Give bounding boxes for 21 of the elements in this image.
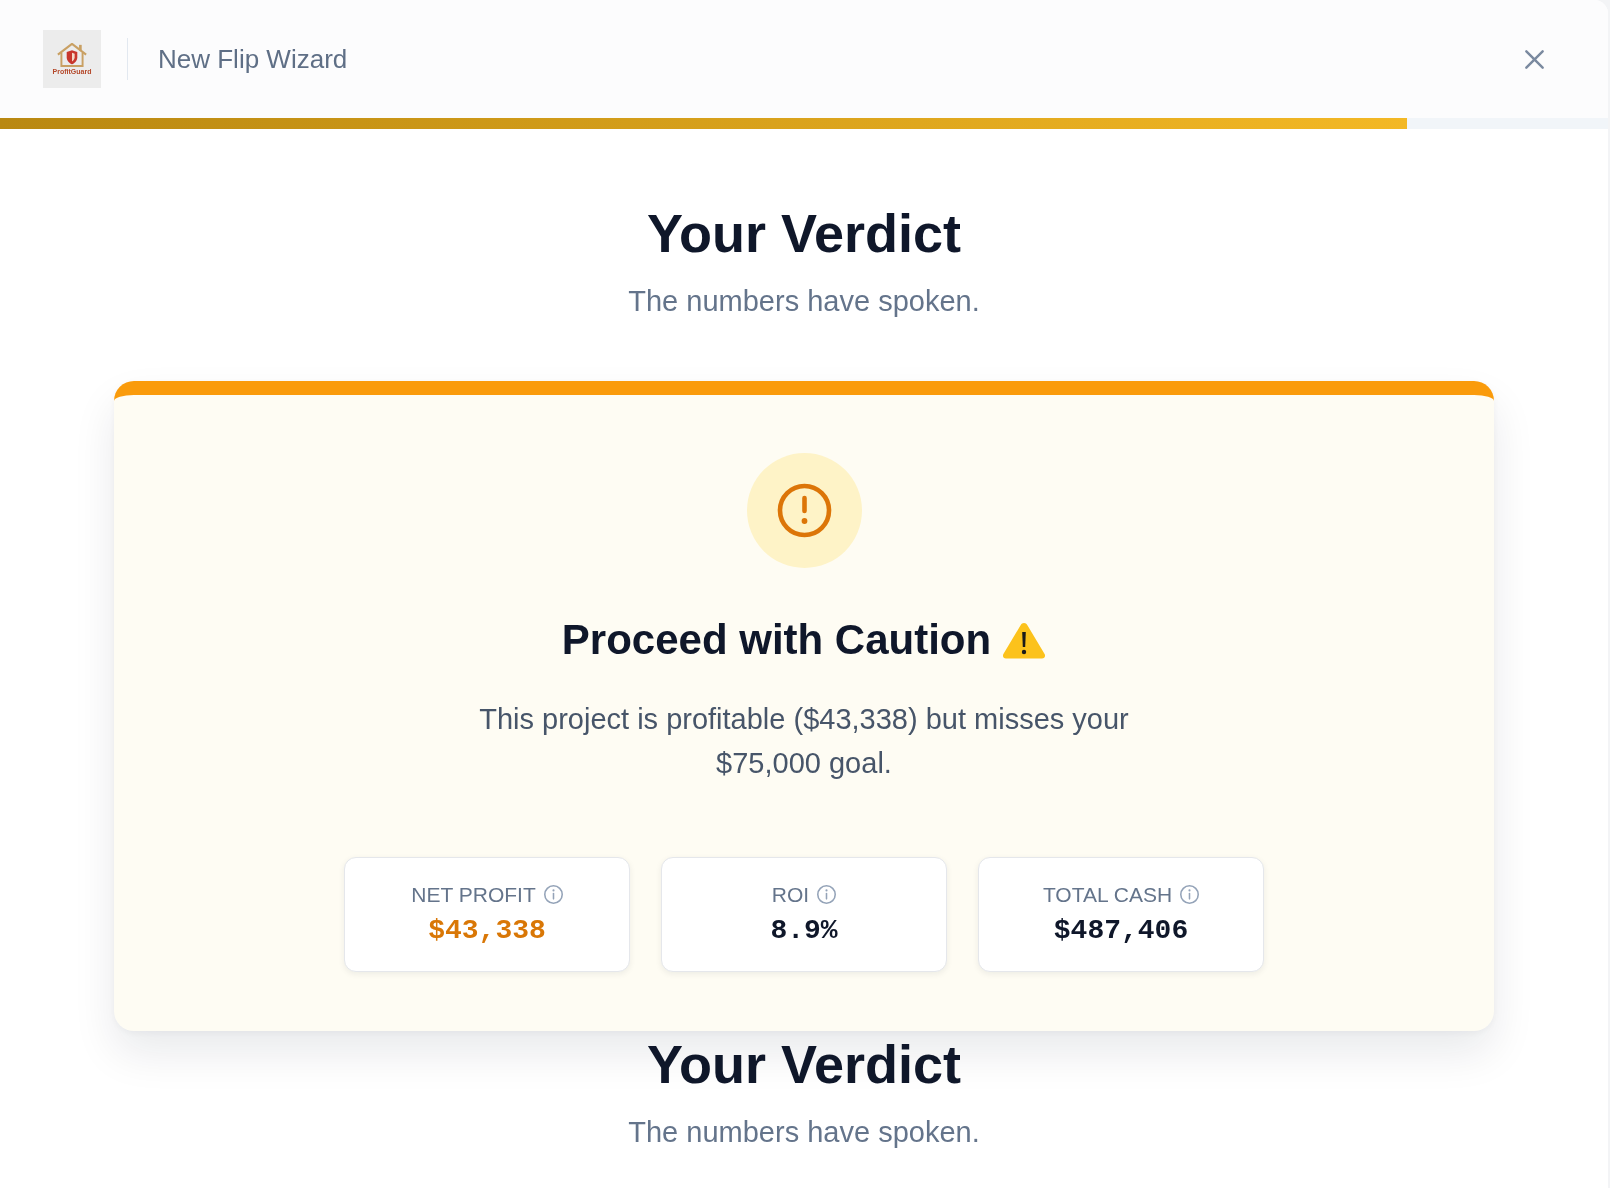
warning-icon (1002, 621, 1047, 659)
info-icon[interactable] (543, 885, 563, 904)
alert-icon (746, 453, 862, 568)
wizard-title: New Flip Wizard (158, 43, 348, 75)
section-title: Your Verdict (646, 1033, 962, 1096)
section-title: Your Verdict (646, 202, 962, 265)
house-shield-icon (57, 42, 87, 67)
info-icon[interactable] (817, 885, 837, 904)
metric-label: NET PROFIT (411, 881, 536, 908)
section-subtitle: The numbers have spoken. (628, 284, 980, 319)
metric-value: $487,406 (1053, 913, 1189, 948)
metric-value: $43,338 (428, 913, 546, 948)
verdict-message: This project is profitable ($43,338) but misses your $75,000 goal. (478, 702, 1130, 781)
metric-value: 8.9% (770, 913, 838, 948)
section-subtitle: The numbers have spoken. (628, 1115, 980, 1150)
close-icon (1525, 49, 1544, 69)
metric-label: ROI (771, 881, 810, 908)
close-button[interactable] (1525, 49, 1544, 69)
info-icon[interactable] (1180, 885, 1200, 904)
metric-label: TOTAL CASH (1042, 881, 1173, 908)
verdict-title: Proceed with Caution (561, 615, 992, 665)
